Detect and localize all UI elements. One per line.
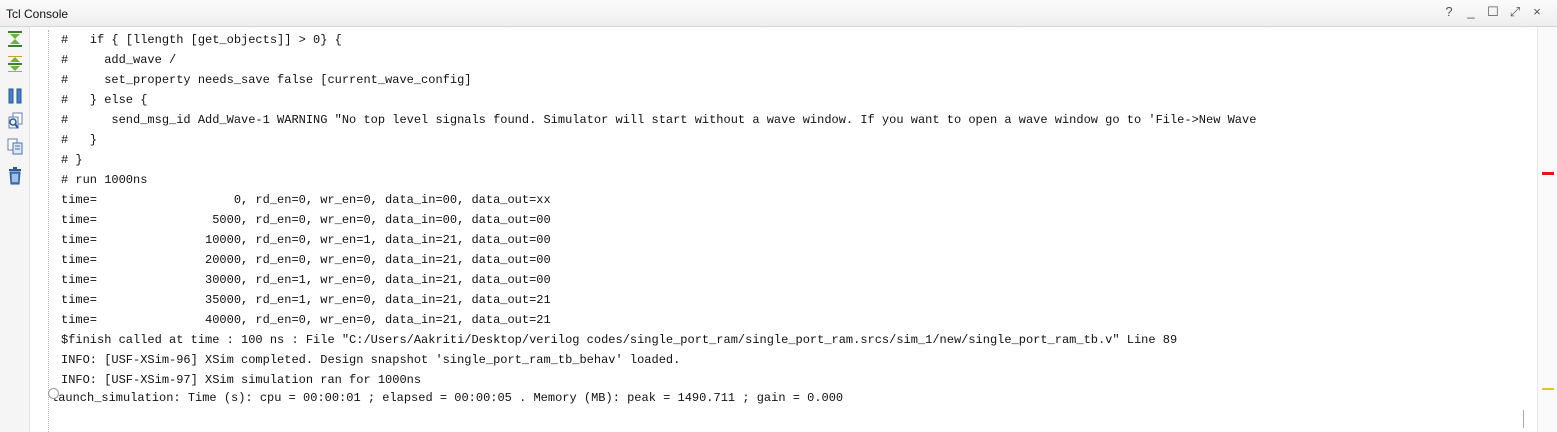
collapse-all-icon[interactable] <box>6 30 24 48</box>
console-line: launch_simulation: Time (s): cpu = 00:00… <box>51 391 844 405</box>
text-cursor <box>1523 410 1524 428</box>
console-line: # set_property needs_save false [current… <box>61 73 472 87</box>
console-line: time= 35000, rd_en=1, wr_en=0, data_in=2… <box>61 293 551 307</box>
title-bar: Tcl Console ? _ ☐ ⤢ × <box>0 0 1557 27</box>
console-line: # send_msg_id Add_Wave-1 WARNING "No top… <box>61 113 1257 127</box>
console-line: time= 10000, rd_en=0, wr_en=1, data_in=2… <box>61 233 551 247</box>
console-line: INFO: [USF-XSim-97] XSim simulation ran … <box>61 373 422 387</box>
console-toolbar <box>0 27 30 432</box>
console-line: # } <box>61 133 98 147</box>
console-line: $finish called at time : 100 ns : File "… <box>61 333 1178 347</box>
console-line: # add_wave / <box>61 53 177 67</box>
console-line: time= 30000, rd_en=1, wr_en=0, data_in=2… <box>61 273 551 287</box>
copy-icon[interactable] <box>6 137 24 155</box>
minimize-button[interactable]: _ <box>1463 4 1479 20</box>
console-line: time= 0, rd_en=0, wr_en=0, data_in=00, d… <box>61 193 551 207</box>
console-line: # } <box>61 153 83 167</box>
window-controls: ? _ ☐ ⤢ × <box>1441 4 1545 20</box>
close-button[interactable]: × <box>1529 4 1545 20</box>
warning-marker[interactable] <box>1542 388 1554 390</box>
pause-output-icon[interactable] <box>6 87 24 105</box>
console-line: # if { [llength [get_objects]] > 0} { <box>61 33 342 47</box>
console-output[interactable]: # if { [llength [get_objects]] > 0} { # … <box>48 30 1518 432</box>
fold-marker-icon[interactable] <box>48 388 59 399</box>
help-button[interactable]: ? <box>1441 4 1457 20</box>
console-line: time= 5000, rd_en=0, wr_en=0, data_in=00… <box>61 213 551 227</box>
panel-title: Tcl Console <box>6 7 69 21</box>
console-line: time= 40000, rd_en=0, wr_en=0, data_in=2… <box>61 313 551 327</box>
clear-console-icon[interactable] <box>6 167 24 185</box>
error-marker[interactable] <box>1542 172 1554 175</box>
expand-all-icon[interactable] <box>6 55 24 73</box>
overview-ruler[interactable] <box>1537 27 1557 432</box>
maximize-button[interactable]: ☐ <box>1485 4 1501 20</box>
float-button[interactable]: ⤢ <box>1507 4 1523 20</box>
find-icon[interactable] <box>6 112 24 130</box>
console-line: # } else { <box>61 93 148 107</box>
console-line: time= 20000, rd_en=0, wr_en=0, data_in=2… <box>61 253 551 267</box>
console-line: INFO: [USF-XSim-96] XSim completed. Desi… <box>61 353 681 367</box>
console-line: # run 1000ns <box>61 173 148 187</box>
